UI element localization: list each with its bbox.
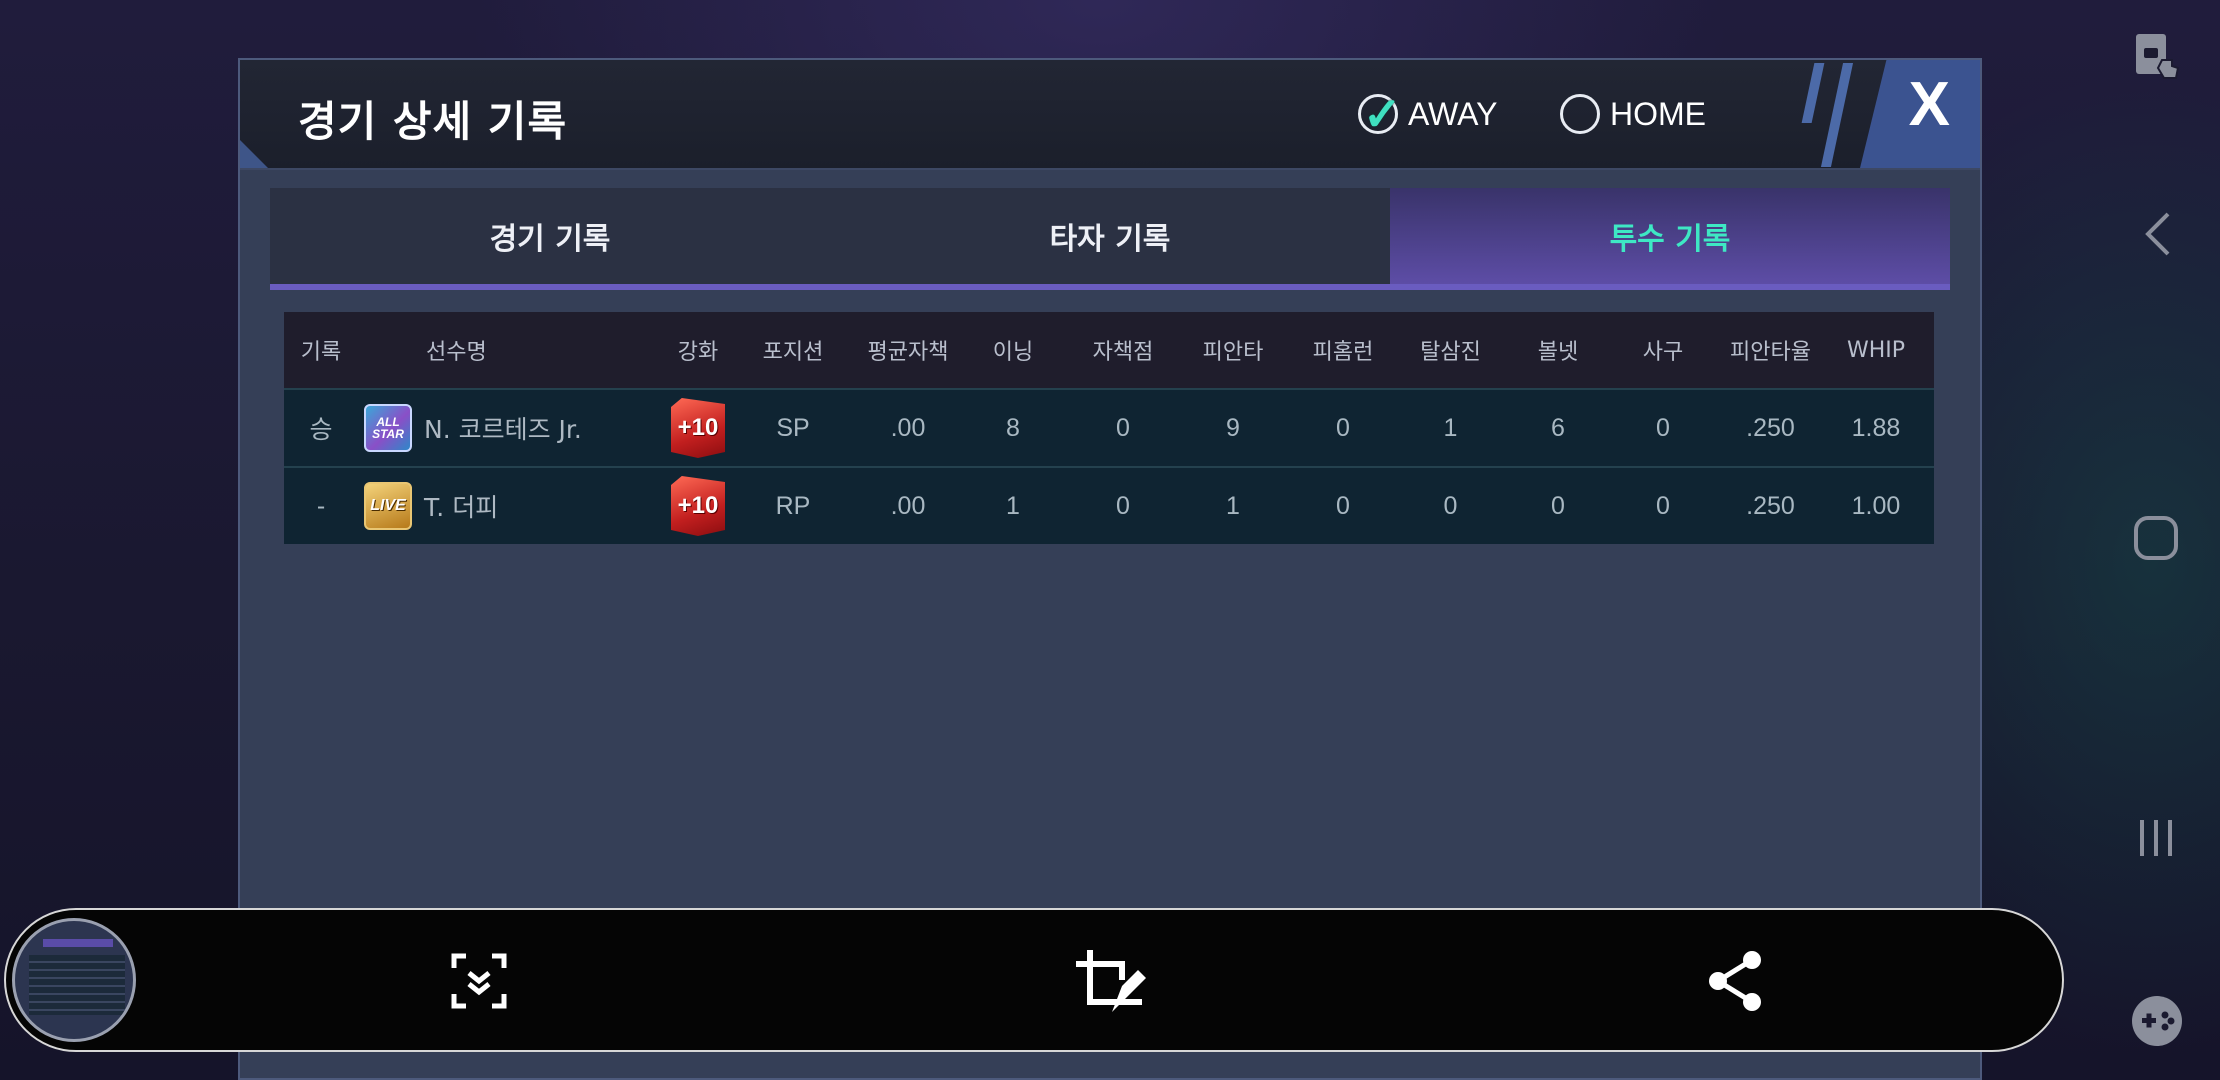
- checkmark-icon: ✓: [1363, 88, 1402, 140]
- column-header: 피안타율: [1730, 340, 1811, 365]
- earned-runs-cell: 0: [1116, 491, 1130, 520]
- column-header: 강화: [677, 340, 719, 365]
- touch-lock-icon[interactable]: [2130, 30, 2186, 90]
- position-cell: RP: [775, 491, 811, 520]
- table-header-row: 기록 선수명 강화 포지션 평균자책 이닝 자책점 피안타 피홈런 탈삼진 볼넷…: [284, 312, 1934, 388]
- share-icon[interactable]: [1700, 946, 1770, 1016]
- record-tabs: 경기 기록 타자 기록 투수 기록: [270, 188, 1950, 290]
- column-header: 피안타: [1202, 340, 1264, 365]
- era-cell: .00: [890, 413, 926, 442]
- column-header: 기록: [300, 340, 342, 365]
- avg-against-cell: .250: [1746, 491, 1795, 520]
- scroll-capture-icon[interactable]: [444, 946, 514, 1016]
- era-cell: .00: [890, 491, 926, 520]
- dialog-title: 경기 상세 기록: [298, 97, 568, 146]
- thumbnail-preview-rows: [29, 955, 125, 1015]
- screenshot-toolbar: [4, 908, 2064, 1052]
- column-header: 평균자책: [867, 340, 949, 365]
- home-runs-cell: 0: [1336, 413, 1350, 442]
- close-icon: X: [1908, 70, 1950, 139]
- column-header: 포지션: [762, 340, 824, 365]
- player-cell: ALL STAR N. 코르테즈 Jr.: [358, 404, 668, 452]
- recents-icon[interactable]: [2134, 816, 2178, 864]
- player-name: T. 더피: [424, 493, 499, 522]
- walks-cell: 0: [1551, 491, 1565, 520]
- away-label: AWAY: [1408, 95, 1498, 132]
- column-header: 이닝: [992, 340, 1034, 365]
- column-header: 탈삼진: [1420, 340, 1481, 365]
- away-radio[interactable]: ✓ AWAY: [1358, 88, 1498, 140]
- column-header: 선수명: [426, 340, 487, 365]
- dialog-header: 경기 상세 기록 ✓ AWAY HOME X: [240, 60, 1980, 170]
- header-stripe-decoration: [1820, 63, 1854, 167]
- player-cell: LIVE T. 더피: [358, 482, 668, 530]
- column-header: 볼넷: [1537, 340, 1579, 365]
- enhance-cell: +10: [668, 398, 728, 458]
- whip-cell: 1.00: [1851, 491, 1901, 520]
- column-header: 자책점: [1092, 340, 1154, 365]
- innings-cell: 1: [1006, 491, 1020, 520]
- game-tools-icon[interactable]: [2130, 994, 2184, 1052]
- crop-edit-icon[interactable]: [1072, 946, 1146, 1016]
- column-header: 피홈런: [1312, 340, 1374, 365]
- home-radio-circle: [1560, 94, 1600, 134]
- hbp-cell: 0: [1656, 413, 1670, 442]
- pitcher-stats-table: 기록 선수명 강화 포지션 평균자책 이닝 자책점 피안타 피홈런 탈삼진 볼넷…: [284, 312, 1934, 544]
- tab-game-record[interactable]: 경기 기록: [270, 188, 830, 284]
- record-cell: 승: [309, 416, 333, 444]
- table-row[interactable]: 승 ALL STAR N. 코르테즈 Jr. +10 SP .00 8 0 9 0…: [284, 388, 1934, 466]
- earned-runs-cell: 0: [1116, 413, 1130, 442]
- home-radio[interactable]: HOME: [1560, 90, 1706, 138]
- innings-cell: 8: [1006, 413, 1020, 442]
- strikeouts-cell: 1: [1443, 413, 1458, 442]
- column-header: WHIP: [1846, 337, 1906, 363]
- column-header: 사구: [1642, 340, 1684, 365]
- walks-cell: 6: [1551, 413, 1565, 442]
- tab-batter-record[interactable]: 타자 기록: [830, 188, 1390, 284]
- header-corner-decoration: [240, 140, 268, 168]
- thumbnail-preview-header: [43, 939, 113, 947]
- enhance-cell: +10: [668, 476, 728, 536]
- avg-against-cell: .250: [1746, 413, 1795, 442]
- whip-cell: 1.88: [1851, 413, 1901, 442]
- away-radio-circle: ✓: [1358, 88, 1402, 140]
- header-stripe-decoration: [1801, 63, 1825, 123]
- enhance-badge-icon: +10: [671, 476, 725, 536]
- position-cell: SP: [776, 413, 810, 442]
- home-label: HOME: [1610, 95, 1706, 132]
- hbp-cell: 0: [1656, 491, 1670, 520]
- tab-pitcher-record[interactable]: 투수 기록: [1390, 188, 1950, 284]
- back-icon[interactable]: [2140, 210, 2176, 262]
- home-runs-cell: 0: [1336, 491, 1350, 520]
- hits-cell: 9: [1226, 413, 1240, 442]
- hits-cell: 1: [1226, 491, 1240, 520]
- close-button[interactable]: X: [1860, 60, 1980, 168]
- record-cell: -: [316, 491, 326, 520]
- home-icon[interactable]: [2132, 514, 2180, 566]
- enhance-badge-icon: +10: [671, 398, 725, 458]
- live-card-icon: LIVE: [364, 482, 412, 530]
- allstar-card-icon: ALL STAR: [364, 404, 412, 452]
- screenshot-thumbnail[interactable]: [12, 918, 136, 1042]
- strikeouts-cell: 0: [1443, 491, 1458, 520]
- player-name: N. 코르테즈 Jr.: [424, 415, 582, 444]
- table-row[interactable]: - LIVE T. 더피 +10 RP .00 1 0 1 0 0 0 0 .2…: [284, 466, 1934, 544]
